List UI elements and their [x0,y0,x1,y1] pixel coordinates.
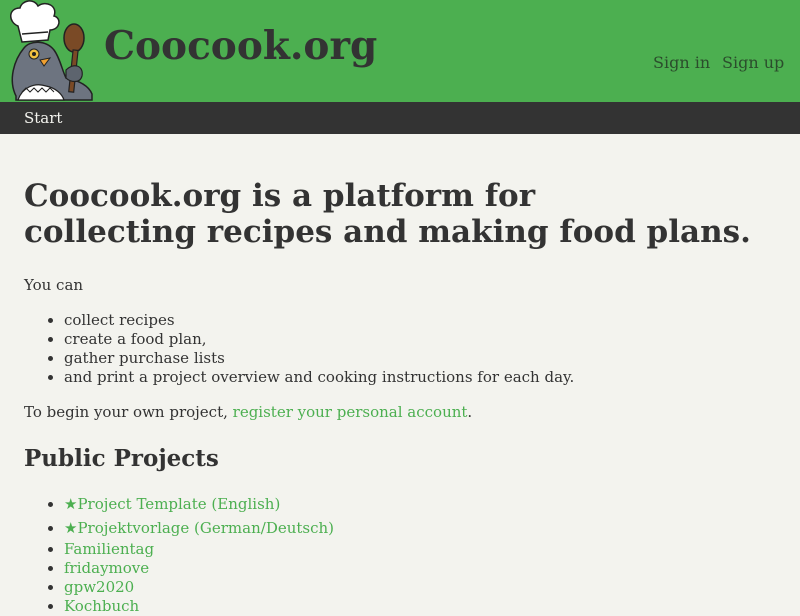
main-content: Coocook.org is a platform for collecting… [24,178,764,616]
chef-pigeon-logo-icon[interactable] [4,0,98,102]
project-item-project-template: ★Project Template (English) [64,492,764,516]
site-title[interactable]: Coocook.org [104,18,377,74]
project-link[interactable]: gpw2020 [64,578,134,596]
feature-list: collect recipes create a food plan, gath… [24,311,764,387]
project-item-gpw2020: gpw2020 [64,578,764,597]
project-item-fridaymove: fridaymove [64,559,764,578]
project-link[interactable]: fridaymove [64,559,149,577]
star-icon: ★ [64,495,78,513]
project-link[interactable]: ★Project Template (English) [64,495,280,513]
project-item-familientag: Familientag [64,540,764,559]
public-projects-heading: Public Projects [24,445,219,472]
project-link[interactable]: ★Projektvorlage (German/Deutsch) [64,519,334,537]
project-link[interactable]: Familientag [64,540,154,558]
headline-line-2: collecting recipes and making food plans… [24,214,751,250]
project-item-projektvorlage: ★Projektvorlage (German/Deutsch) [64,516,764,540]
page-headline: Coocook.org is a platform for collecting… [24,178,764,250]
sign-up-link[interactable]: Sign up [722,53,784,73]
cta-suffix: . [467,403,473,421]
nav-item-start[interactable]: Start [24,109,62,127]
cta-prefix: To begin your own project, [24,403,233,421]
headline-line-1: Coocook.org is a platform for [24,178,536,214]
site-header: Coocook.org Sign in Sign up [0,0,800,102]
main-navbar: Start [0,102,800,134]
project-label: Project Template (English) [77,495,281,513]
feature-item: create a food plan, [64,330,764,349]
star-icon: ★ [64,519,78,537]
register-cta: To begin your own project, register your… [24,403,764,422]
public-projects-list: ★Project Template (English) ★Projektvorl… [24,492,764,616]
feature-item: collect recipes [64,311,764,330]
sign-in-link[interactable]: Sign in [653,53,710,73]
feature-item: gather purchase lists [64,349,764,368]
project-label: Projektvorlage (German/Deutsch) [77,519,335,537]
intro-text: You can [24,276,84,294]
feature-item: and print a project overview and cooking… [64,368,764,387]
register-account-link[interactable]: register your personal account [233,403,468,421]
